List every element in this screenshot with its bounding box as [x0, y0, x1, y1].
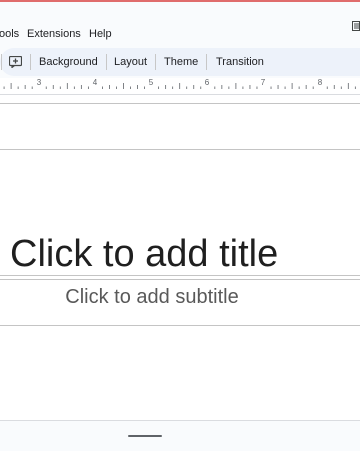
ruler-number: 7	[260, 78, 266, 87]
slide-canvas[interactable]: Click to add title Click to add subtitle	[0, 95, 360, 420]
ruler-ticks	[3, 83, 356, 89]
toolbar: Background Layout Theme Transition	[0, 48, 360, 76]
ruler-number: 8	[317, 78, 323, 87]
menu-tools[interactable]: ools	[0, 27, 19, 41]
slide-guide-line	[0, 149, 360, 150]
slide-guide-line	[0, 325, 360, 326]
ruler-number: 4	[92, 78, 98, 87]
menu-bar: ools Extensions Help	[0, 2, 360, 46]
menu-extensions[interactable]: Extensions	[27, 27, 81, 41]
ruler-number: 5	[148, 78, 154, 87]
subtitle-placeholder[interactable]: Click to add subtitle	[0, 286, 304, 308]
slide-guide-line	[0, 279, 360, 280]
toolbar-separator	[30, 54, 31, 70]
theme-button[interactable]: Theme	[164, 55, 198, 69]
toolbar-separator	[106, 54, 107, 70]
transition-button[interactable]: Transition	[216, 55, 264, 69]
notes-drag-handle[interactable]	[128, 435, 162, 437]
menu-help[interactable]: Help	[89, 27, 112, 41]
layout-button[interactable]: Layout	[114, 55, 147, 69]
background-button[interactable]: Background	[39, 55, 98, 69]
slide-guide-line	[0, 275, 360, 276]
horizontal-ruler[interactable]: 3 4 5 6 7 8	[0, 78, 360, 95]
ruler-number: 6	[204, 78, 210, 87]
toolbar-separator	[155, 54, 156, 70]
slide-guide-line	[0, 103, 360, 104]
toolbar-separator	[1, 54, 2, 70]
ruler-number: 3	[36, 78, 42, 87]
comments-icon[interactable]	[352, 18, 360, 31]
speaker-notes-panel	[0, 420, 360, 451]
title-placeholder[interactable]: Click to add title	[0, 233, 360, 275]
toolbar-separator	[206, 54, 207, 70]
add-comment-icon[interactable]	[8, 55, 23, 69]
